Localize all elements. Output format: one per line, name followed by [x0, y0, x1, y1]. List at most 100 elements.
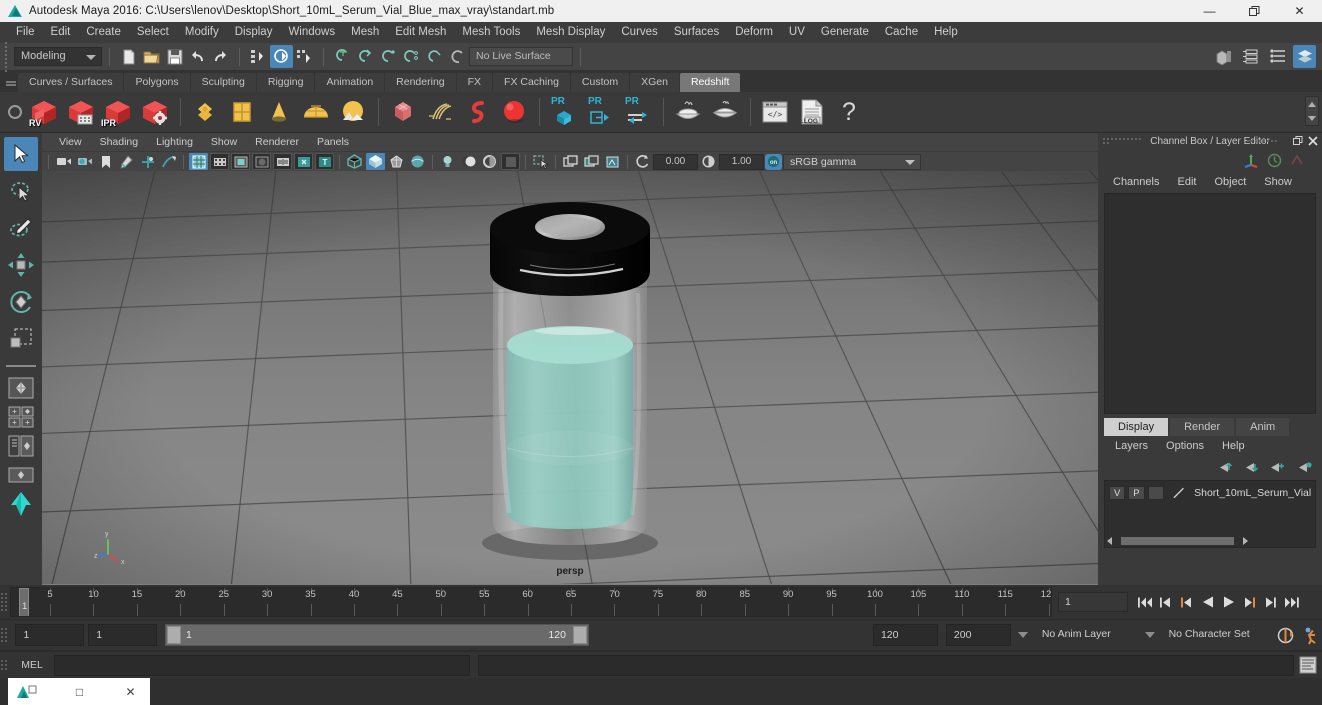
select-hierarchy-icon[interactable]: [247, 45, 270, 68]
redshift-render-sequence-button[interactable]: [63, 94, 99, 130]
select-object-icon[interactable]: [270, 45, 293, 68]
redshift-log-button[interactable]: .LOG: [794, 94, 830, 130]
rotate-tool[interactable]: [4, 285, 38, 319]
isolate-select-icon[interactable]: [531, 153, 550, 170]
layer-menu-layers[interactable]: Layers: [1106, 440, 1157, 452]
step-back-key-icon[interactable]: [1155, 591, 1176, 613]
menu-edit-mesh[interactable]: Edit Mesh: [387, 22, 454, 43]
move-tool[interactable]: [4, 248, 38, 282]
gamma-field[interactable]: 1.00: [719, 153, 764, 170]
safe-action-icon[interactable]: [294, 153, 313, 170]
select-tool[interactable]: [4, 137, 38, 171]
scroll-left-icon[interactable]: [1107, 536, 1112, 545]
live-surface-field[interactable]: No Live Surface: [469, 47, 573, 66]
chevron-down-icon[interactable]: [1017, 632, 1028, 638]
play-forwards-icon[interactable]: [1218, 591, 1239, 613]
redshift-sphere-button[interactable]: [496, 94, 532, 130]
smooth-shade-icon[interactable]: [366, 153, 385, 170]
viewport-menu-shading[interactable]: Shading: [91, 133, 148, 151]
step-back-frame-icon[interactable]: [1176, 591, 1197, 613]
viewport-menu-lighting[interactable]: Lighting: [147, 133, 202, 151]
outliner-persp-layout[interactable]: [4, 433, 38, 459]
panel-grip-left[interactable]: [1102, 136, 1144, 146]
step-forward-key-icon[interactable]: [1260, 591, 1281, 613]
redshift-curves-button[interactable]: [459, 94, 495, 130]
gamma-icon[interactable]: [699, 153, 718, 170]
play-backwards-icon[interactable]: [1197, 591, 1218, 613]
shelf-tab-polygons[interactable]: Polygons: [124, 73, 190, 92]
layer-name[interactable]: Short_10mL_Serum_Vial_: [1194, 487, 1311, 499]
viewport-3d[interactable]: persp z y x: [42, 171, 1098, 585]
channel-menu-channels[interactable]: Channels: [1104, 176, 1168, 188]
tab-render[interactable]: Render: [1170, 418, 1235, 436]
command-line-grip[interactable]: [0, 650, 10, 680]
layer-playback-toggle[interactable]: P: [1128, 486, 1145, 500]
layer-list-hscrollbar[interactable]: [1107, 536, 1313, 545]
menu-deform[interactable]: Deform: [727, 22, 781, 43]
menu-surfaces[interactable]: Surfaces: [666, 22, 727, 43]
gate-mask-icon[interactable]: [252, 153, 271, 170]
scroll-right-icon[interactable]: [1243, 536, 1249, 545]
wireframe-icon[interactable]: [345, 153, 364, 170]
menu-mesh-tools[interactable]: Mesh Tools: [454, 22, 528, 43]
taskbar-close-button[interactable]: ✕: [117, 678, 144, 705]
shaded-wireframe-icon[interactable]: [387, 153, 406, 170]
lock-camera-icon[interactable]: [75, 153, 94, 170]
render-view-icon[interactable]: [1212, 45, 1235, 68]
redshift-help-button[interactable]: ?: [831, 94, 867, 130]
xray-joints-icon[interactable]: [582, 153, 601, 170]
color-management-dropdown[interactable]: sRGB gamma: [783, 153, 921, 170]
two-d-pan-zoom-icon[interactable]: [138, 153, 157, 170]
snap-view-plane-icon[interactable]: [423, 45, 446, 68]
layer-menu-options[interactable]: Options: [1157, 440, 1213, 452]
shelf-tab-fx[interactable]: FX: [456, 73, 493, 92]
timeline-grip[interactable]: [0, 587, 10, 617]
shelf-tab-custom[interactable]: Custom: [570, 73, 630, 92]
new-scene-icon[interactable]: [117, 45, 140, 68]
script-editor-icon[interactable]: [1299, 656, 1317, 674]
manipulator-icon[interactable]: [1243, 152, 1259, 168]
redshift-area-light-button[interactable]: [335, 94, 371, 130]
anim-start-field[interactable]: 1: [15, 624, 85, 646]
persp-graph-layout[interactable]: [4, 462, 38, 488]
attribute-editor-icon[interactable]: [1239, 45, 1262, 68]
channel-menu-edit[interactable]: Edit: [1168, 176, 1205, 188]
no-manip-icon[interactable]: [1267, 153, 1282, 168]
shelf-tab-grip[interactable]: [4, 72, 18, 92]
redshift-bake-button[interactable]: [670, 94, 706, 130]
shelf-tab-sculpting[interactable]: Sculpting: [190, 73, 256, 92]
serum-vial-model[interactable]: [475, 193, 665, 563]
save-scene-icon[interactable]: [163, 45, 186, 68]
move-layer-down-icon[interactable]: [1243, 461, 1258, 474]
redshift-pr-export-button[interactable]: PR: [583, 94, 619, 130]
paint-select-tool[interactable]: [4, 211, 38, 245]
shelf-tab-rigging[interactable]: Rigging: [256, 73, 315, 92]
menu-select[interactable]: Select: [129, 22, 177, 43]
layer-shading-toggle[interactable]: [1147, 486, 1164, 500]
color-management-toggle-icon[interactable]: on: [765, 153, 782, 170]
redshift-ipr-button[interactable]: IPR: [100, 94, 136, 130]
use-all-lights-icon[interactable]: [438, 153, 457, 170]
layer-visibility-toggle[interactable]: V: [1109, 486, 1126, 500]
shelf-tab-animation[interactable]: Animation: [315, 73, 385, 92]
hypershade-layout[interactable]: [4, 491, 38, 517]
viewport-menu-renderer[interactable]: Renderer: [246, 133, 308, 151]
command-language-label[interactable]: MEL: [10, 659, 54, 671]
redshift-script-editor-button[interactable]: </>: [757, 94, 793, 130]
undo-icon[interactable]: [186, 45, 209, 68]
move-layer-up-icon[interactable]: [1217, 461, 1232, 474]
new-layer-from-selected-icon[interactable]: [1296, 461, 1312, 474]
four-view-layout[interactable]: + + +: [4, 404, 38, 430]
open-scene-icon[interactable]: [140, 45, 163, 68]
minimize-button[interactable]: —: [1187, 0, 1232, 22]
make-live-icon[interactable]: [446, 45, 469, 68]
redshift-matte-button[interactable]: [224, 94, 260, 130]
animation-preferences-icon[interactable]: [1303, 626, 1322, 645]
shelf-options-icon[interactable]: [4, 94, 26, 130]
menu-cache[interactable]: Cache: [877, 22, 926, 43]
redshift-pr-transfer-button[interactable]: PR: [620, 94, 656, 130]
exposure-icon[interactable]: [633, 153, 652, 170]
taskbar-restore-button[interactable]: □: [66, 678, 93, 705]
anim-end-field[interactable]: 200: [945, 624, 1011, 646]
snap-projected-center-icon[interactable]: [400, 45, 423, 68]
